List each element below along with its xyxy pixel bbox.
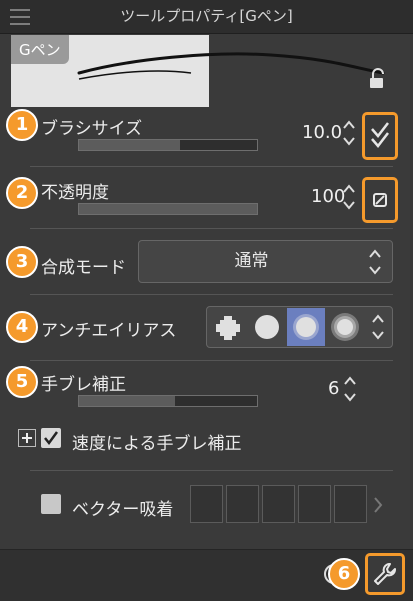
vector-snap-checkbox[interactable] [41,494,61,514]
opacity-spinner[interactable] [342,182,356,212]
stabilization-slider-fill [79,396,176,406]
spinner-down-icon [343,201,355,210]
stabilization-label: 手ブレ補正 [41,375,126,395]
callout-badge-2: 2 [6,177,38,209]
aa-strong-icon [331,313,359,341]
tool-settings-button[interactable] [365,553,405,595]
callout-badge-3: 3 [6,246,38,278]
brush-stroke-preview: Gペン [11,35,405,107]
speed-stabilization-checkbox[interactable] [41,428,61,448]
chevron-right-icon[interactable] [371,495,385,515]
spinner-up-icon [343,120,355,129]
antialiasing-options[interactable] [206,306,393,348]
opacity-label: 不透明度 [41,183,109,203]
vector-snap-slot[interactable] [298,485,331,523]
brush-size-value[interactable]: 10.0 [302,122,342,143]
vector-snap-label: ベクター吸着 [72,500,174,520]
brush-size-pressure-button[interactable] [362,112,398,160]
divider [30,470,393,471]
opacity-pressure-button[interactable] [362,177,398,223]
stabilization-value[interactable]: 6 [328,378,339,399]
callout-badge-4: 4 [6,311,38,343]
callout-badge-6: 6 [328,558,360,590]
lock-icon[interactable] [368,68,390,90]
vector-snap-slot[interactable] [190,485,223,523]
wrench-icon [374,563,396,585]
vector-snap-slot[interactable] [226,485,259,523]
chevron-up-down-icon [369,249,381,275]
stabilization-spinner[interactable] [343,374,357,404]
callout-badge-5: 5 [6,366,38,398]
preview-tool-label: Gペン [11,35,69,64]
spinner-up-icon [344,376,356,385]
spinner-up-icon [343,184,355,193]
stroke-sample [77,52,385,80]
opacity-slider[interactable] [78,203,258,215]
divider [30,360,393,361]
aa-medium-icon [293,314,319,340]
spinner-down-icon [343,137,355,146]
opacity-slider-fill [79,204,257,214]
brush-size-slider[interactable] [78,139,258,151]
divider [30,294,393,295]
antialiasing-label: アンチエイリアス [41,321,177,341]
vector-snap-slot[interactable] [262,485,295,523]
blend-mode-select[interactable]: 通常 [138,240,393,283]
speed-stabilization-label: 速度による手ブレ補正 [72,434,242,454]
double-check-icon [371,122,389,148]
aa-weak-option[interactable] [248,308,286,346]
aa-none-option[interactable] [209,308,247,346]
divider [30,166,393,167]
brush-size-label: ブラシサイズ [41,119,143,139]
blend-mode-value: 通常 [234,251,269,271]
title-bar: ツールプロパティ[Gペン] [0,0,413,34]
brush-size-slider-fill [79,140,181,150]
aa-strong-option[interactable] [326,308,364,346]
brush-size-spinner[interactable] [342,118,356,148]
blend-mode-label: 合成モード [41,258,126,278]
opacity-value[interactable]: 100 [311,186,345,207]
aa-medium-option[interactable] [287,308,325,346]
divider [30,228,393,229]
callout-badge-1: 1 [6,109,38,141]
aa-weak-icon [255,315,279,339]
window-title: ツールプロパティ[Gペン] [120,7,293,25]
vector-snap-slot[interactable] [334,485,367,523]
slash-square-icon [373,193,387,207]
plus-icon [22,433,32,443]
spinner-down-icon [344,393,356,402]
aa-none-icon [216,316,240,340]
stabilization-slider[interactable] [78,395,258,407]
chevron-up-down-icon[interactable] [371,312,385,342]
checkmark-icon [44,431,59,446]
expand-plus-button[interactable] [18,429,36,447]
